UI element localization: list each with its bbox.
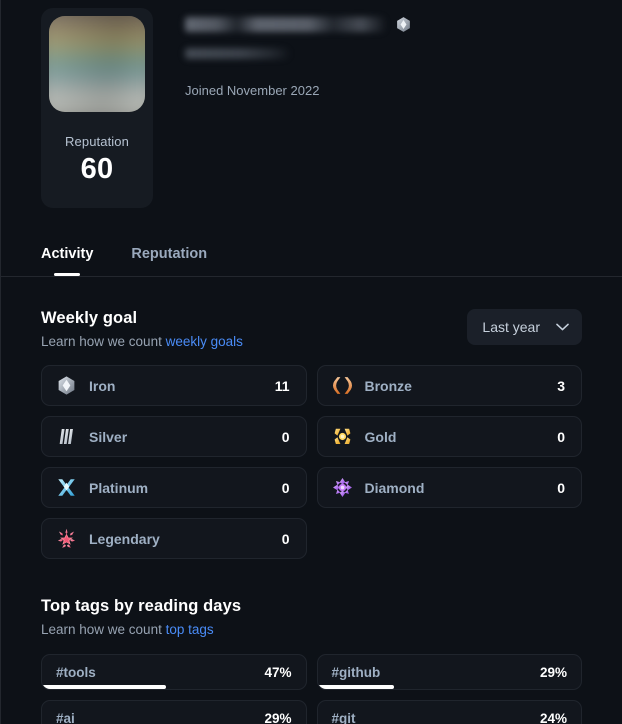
top-tags-link[interactable]: top tags (166, 622, 214, 637)
reputation-value: 60 (80, 153, 114, 185)
badge-card-gold[interactable]: Gold 0 (316, 416, 582, 457)
tag-name: #tools (56, 664, 96, 680)
tag-name: #ai (56, 710, 75, 724)
chevron-down-icon (556, 323, 569, 331)
period-dropdown[interactable]: Last year (467, 309, 582, 345)
tag-percent: 29% (539, 664, 567, 680)
badge-count: 3 (557, 377, 565, 394)
tag-progress-bar (42, 685, 166, 689)
tag-card-ai[interactable]: #ai 29% (41, 700, 307, 724)
gold-badge-icon (334, 428, 350, 445)
weekly-goal-title: Weekly goal (41, 309, 138, 327)
bronze-badge-icon (332, 377, 352, 394)
profile-identity: Joined November 2022 (185, 12, 585, 98)
badge-card-iron[interactable]: Iron 11 (41, 365, 307, 406)
badge-count: 11 (274, 377, 290, 394)
diamond-badge-icon (332, 478, 352, 497)
badge-name: Gold (364, 428, 397, 445)
badge-grid: Iron 11 Bronze 3 Silver 0 Gold 0 Platinu… (41, 365, 582, 559)
weekly-goal-section: Weekly goal Learn how we count weekly go… (1, 277, 622, 559)
reputation-card: Reputation 60 (41, 8, 153, 208)
platinum-badge-icon (58, 479, 75, 496)
weekly-goal-subtitle-text: Learn how we count (41, 334, 166, 349)
tag-progress-bar (317, 685, 394, 689)
tab-reputation[interactable]: Reputation (131, 246, 207, 276)
badge-name: Iron (89, 377, 116, 394)
tag-card-github[interactable]: #github 29% (316, 654, 582, 690)
display-name-row (185, 12, 585, 36)
joined-date: Joined November 2022 (185, 83, 320, 98)
tag-card-git[interactable]: #git 24% (316, 700, 582, 724)
badge-card-diamond[interactable]: Diamond 0 (316, 467, 582, 508)
iron-badge-icon (397, 16, 410, 32)
legendary-badge-icon (57, 528, 76, 548)
badge-card-silver[interactable]: Silver 0 (41, 416, 307, 457)
badge-card-legendary[interactable]: Legendary 0 (41, 518, 307, 559)
tag-name: #github (331, 664, 381, 680)
iron-badge-icon (58, 376, 75, 395)
period-dropdown-value: Last year (482, 319, 540, 335)
weekly-goal-subtitle: Learn how we count weekly goals (41, 334, 243, 349)
tag-percent: 29% (264, 710, 292, 724)
badge-count: 0 (557, 479, 565, 496)
profile-header: Reputation 60 Joined November 2022 (1, 0, 622, 215)
badge-count: 0 (557, 428, 565, 445)
avatar-blurred-image (49, 16, 145, 112)
badge-name: Bronze (364, 377, 412, 394)
silver-badge-icon (59, 428, 73, 445)
badge-count: 0 (281, 479, 290, 496)
tag-name: #git (331, 710, 356, 724)
weekly-goal-header: Weekly goal Learn how we count weekly go… (41, 309, 582, 349)
weekly-goals-link[interactable]: weekly goals (166, 334, 243, 349)
tag-percent: 24% (539, 710, 567, 724)
badge-card-bronze[interactable]: Bronze 3 (316, 365, 582, 406)
top-tags-subtitle-text: Learn how we count (41, 622, 166, 637)
avatar (49, 16, 145, 112)
top-tags-title: Top tags by reading days (41, 597, 242, 615)
badge-name: Diamond (364, 479, 425, 496)
tag-card-tools[interactable]: #tools 47% (41, 654, 307, 690)
weekly-goal-heading-group: Weekly goal Learn how we count weekly go… (41, 309, 243, 349)
badge-name: Platinum (89, 479, 149, 496)
badge-name: Legendary (89, 530, 160, 547)
reputation-label: Reputation (65, 134, 129, 149)
profile-tabs: Activity Reputation (1, 215, 622, 277)
badge-count: 0 (281, 530, 290, 547)
tag-grid: #tools 47% #github 29% #ai 29% #git 24% (41, 654, 582, 724)
top-tags-subtitle: Learn how we count top tags (41, 622, 582, 637)
display-name-redacted (185, 16, 385, 32)
top-tags-section: Top tags by reading days Learn how we co… (1, 597, 622, 724)
badge-count: 0 (281, 428, 290, 445)
tag-percent: 47% (264, 664, 292, 680)
badge-card-platinum[interactable]: Platinum 0 (41, 467, 307, 508)
username-redacted (185, 48, 289, 59)
profile-page: Reputation 60 Joined November 2022 Activ… (0, 0, 622, 724)
tab-activity[interactable]: Activity (41, 246, 93, 276)
badge-name: Silver (89, 428, 128, 445)
